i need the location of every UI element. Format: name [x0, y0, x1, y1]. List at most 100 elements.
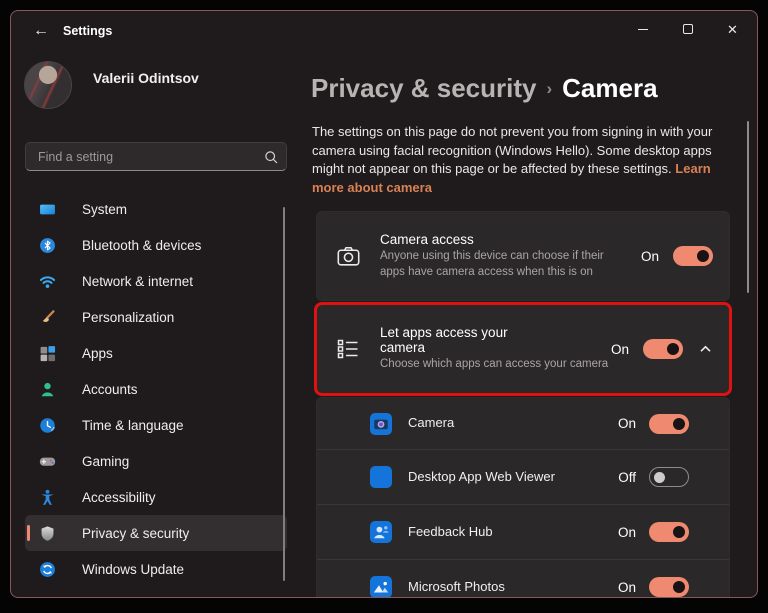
sidebar-item-label: Gaming [82, 453, 130, 469]
windows-update-icon [39, 561, 56, 578]
system-icon [39, 201, 56, 218]
gaming-icon [39, 453, 56, 470]
breadcrumb-current: Camera [562, 73, 658, 103]
app-list-icon [335, 337, 361, 361]
sidebar-item-system[interactable]: System [25, 191, 287, 227]
sidebar-item-privacy-security[interactable]: Privacy & security [25, 515, 287, 551]
settings-window: ← Settings ✕ Valerii Odintsov System Blu… [10, 10, 758, 598]
sidebar-item-label: Network & internet [82, 273, 194, 289]
let-apps-access-camera-toggle[interactable] [643, 339, 683, 359]
sidebar-item-apps[interactable]: Apps [25, 335, 287, 371]
page-description-text: The settings on this page do not prevent… [312, 124, 713, 177]
desktop-app-web-viewer-icon [370, 466, 392, 488]
sidebar-item-label: Privacy & security [82, 525, 190, 541]
feedback-hub-toggle[interactable] [649, 522, 689, 542]
camera-app-toggle[interactable] [649, 413, 689, 434]
toggle-state-label: On [610, 341, 629, 357]
accessibility-icon [39, 489, 56, 506]
sidebar-item-network-internet[interactable]: Network & internet [25, 263, 287, 299]
sidebar-item-label: Bluetooth & devices [82, 237, 202, 253]
titlebar: ← Settings ✕ [11, 11, 757, 49]
camera-access-toggle[interactable] [673, 246, 713, 266]
microsoft-photos-icon [370, 576, 392, 597]
maximize-icon [682, 24, 693, 34]
breadcrumb-parent[interactable]: Privacy & security [311, 73, 536, 103]
microsoft-photos-toggle[interactable] [649, 577, 689, 597]
user-name: Valerii Odintsov [93, 70, 199, 86]
app-name: Desktop App Web Viewer [408, 468, 555, 484]
desktop-app-web-viewer-toggle[interactable] [649, 467, 689, 487]
toggle-state-label: On [617, 524, 636, 540]
app-row-feedback-hub: Feedback Hub On [317, 504, 729, 559]
minimize-button[interactable] [620, 11, 665, 47]
close-icon: ✕ [727, 21, 738, 37]
camera-access-card: Camera access Anyone using this device c… [316, 211, 730, 301]
close-button[interactable]: ✕ [710, 11, 755, 47]
content-scrollbar[interactable] [747, 121, 749, 293]
shield-icon [39, 525, 56, 542]
time-language-icon [39, 417, 56, 434]
card-controls: On [641, 246, 713, 266]
toggle-state-label: On [617, 416, 636, 431]
feedback-hub-icon [370, 521, 392, 543]
row-controls: Off [618, 467, 689, 487]
sidebar-item-accessibility[interactable]: Accessibility [25, 479, 287, 515]
sidebar-item-windows-update[interactable]: Windows Update [25, 551, 287, 587]
user-profile: Valerii Odintsov [24, 61, 199, 109]
sidebar-item-gaming[interactable]: Gaming [25, 443, 287, 479]
app-name: Camera [408, 415, 455, 431]
accounts-icon [39, 381, 56, 398]
camera-app-icon [370, 412, 392, 435]
page-title: Privacy & security › Camera [311, 73, 658, 104]
app-row-microsoft-photos: Microsoft Photos On [317, 559, 729, 597]
app-row-desktop-app-web-viewer: Desktop App Web Viewer Off [317, 449, 729, 504]
breadcrumb-separator-icon: › [546, 79, 553, 98]
sidebar-item-label: Windows Update [82, 561, 185, 577]
sidebar-item-label: System [82, 201, 128, 217]
search-box [25, 142, 287, 171]
sidebar-item-personalization[interactable]: Personalization [25, 299, 287, 335]
avatar [24, 61, 72, 109]
collapse-chevron-up-icon[interactable] [697, 344, 713, 354]
sidebar-nav: System Bluetooth & devices Network & int… [25, 191, 287, 587]
toggle-state-label: On [617, 579, 636, 595]
search-icon[interactable] [256, 150, 286, 164]
sidebar-item-label: Accessibility [82, 489, 156, 505]
page-description: The settings on this page do not prevent… [312, 123, 724, 197]
app-name: Microsoft Photos [408, 578, 505, 594]
sidebar-scrollbar[interactable] [283, 207, 285, 581]
sidebar-item-label: Apps [82, 345, 113, 361]
sidebar-item-time-language[interactable]: Time & language [25, 407, 287, 443]
search-input[interactable] [26, 149, 256, 164]
app-permission-list: Camera On Desktop App Web Viewer Off Fee… [316, 397, 730, 597]
card-text: Let apps access your camera Choose which… [380, 325, 611, 373]
app-name: Feedback Hub [408, 523, 493, 539]
sidebar-item-bluetooth-devices[interactable]: Bluetooth & devices [25, 227, 287, 263]
back-button[interactable]: ← [25, 18, 57, 44]
network-icon [39, 273, 56, 290]
card-description: Choose which apps can access your camera [380, 358, 609, 371]
toggle-state-label: Off [618, 469, 636, 485]
card-text: Camera access Anyone using this device c… [380, 232, 641, 280]
card-controls: On [611, 339, 713, 359]
sidebar-item-label: Accounts [82, 381, 138, 397]
sidebar-item-label: Personalization [82, 309, 175, 325]
let-apps-access-camera-card[interactable]: Let apps access your camera Choose which… [314, 302, 732, 396]
minimize-icon [637, 28, 648, 30]
row-controls: On [617, 413, 689, 434]
card-description: Anyone using this device can choose if t… [380, 249, 604, 278]
sidebar-item-label: Time & language [82, 417, 184, 433]
row-controls: On [618, 577, 689, 597]
apps-icon [39, 345, 56, 362]
maximize-button[interactable] [665, 11, 710, 47]
window-title: Settings [63, 24, 113, 38]
card-title: Let apps access your camera [380, 325, 508, 356]
camera-outline-icon [335, 244, 361, 269]
sidebar-item-accounts[interactable]: Accounts [25, 371, 287, 407]
toggle-state-label: On [640, 248, 659, 264]
app-row-camera: Camera On [317, 398, 729, 449]
card-title: Camera access [380, 231, 474, 247]
settings-cards: Camera access Anyone using this device c… [314, 211, 732, 597]
row-controls: On [618, 522, 689, 542]
personalization-icon [39, 309, 56, 326]
